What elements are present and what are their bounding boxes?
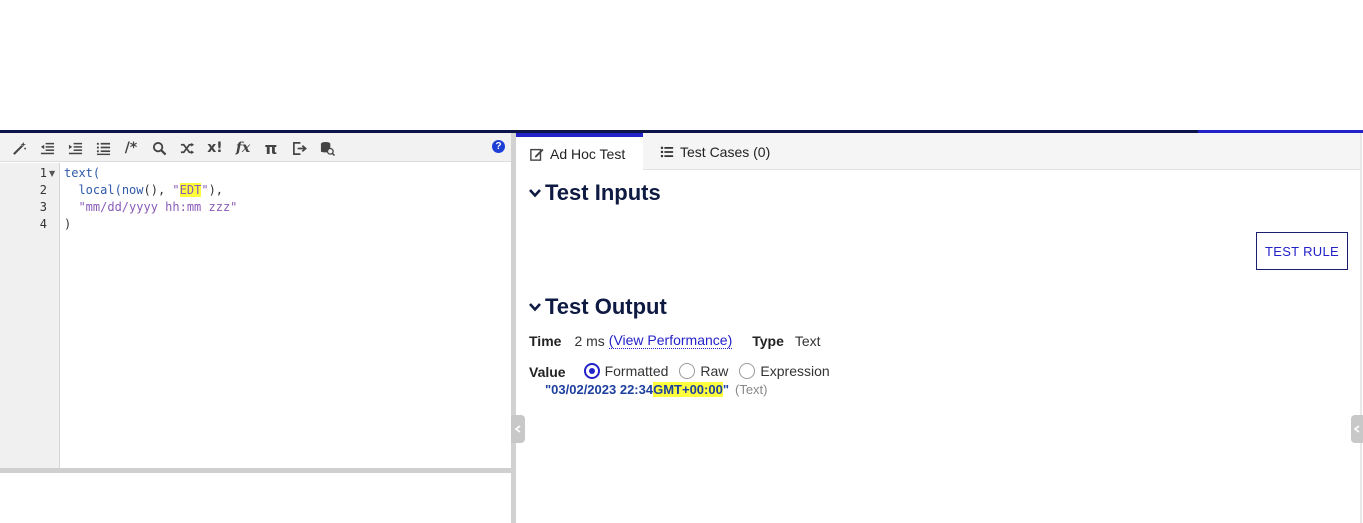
code-editor[interactable]: text( local(now(), "EDT"), "mm/dd/yyyy h… <box>64 163 509 468</box>
wand-icon[interactable] <box>8 137 30 159</box>
pi-glyph: π <box>264 138 278 158</box>
section-title: Test Output <box>545 294 667 319</box>
chevron-down-icon <box>529 189 541 198</box>
code-token: "mm/dd/yyyy hh:mm zzz" <box>78 200 238 214</box>
collapse-right-handle[interactable] <box>1351 415 1363 443</box>
type-value: Text <box>794 332 821 349</box>
database-search-icon[interactable] <box>316 137 338 159</box>
line-number: 1 <box>39 166 47 180</box>
editor-resize-border[interactable] <box>0 468 511 473</box>
type-label: Type <box>752 332 784 349</box>
test-tabs: Ad Hoc Test Test Cases (0) <box>516 133 1362 170</box>
export-icon[interactable] <box>288 137 310 159</box>
test-rule-button[interactable]: TEST RULE <box>1256 232 1348 270</box>
radio-label: Formatted <box>604 362 669 379</box>
output-value: "03/02/2023 22:34 GMT+00:00 " (Text) <box>545 382 768 397</box>
comment-icon[interactable]: /* <box>120 137 142 159</box>
pi-icon[interactable]: π <box>260 137 282 159</box>
time-label: Time <box>529 332 562 349</box>
output-meta-row: Time 2 ms (View Performance) Type Text <box>529 332 821 349</box>
tab-label: Ad Hoc Test <box>550 145 626 162</box>
test-inputs-header[interactable]: Test Inputs <box>528 180 661 206</box>
test-output-header[interactable]: Test Output <box>528 294 667 320</box>
view-performance-link[interactable]: (View Performance) <box>608 332 733 349</box>
tab-label: Test Cases (0) <box>680 143 771 160</box>
help-glyph: ? <box>495 141 502 152</box>
code-line: text( <box>64 166 100 180</box>
x-glyph: x! <box>207 140 223 156</box>
code-token: ), <box>208 183 224 197</box>
code-line: ) <box>64 217 71 231</box>
section-title: Test Inputs <box>545 180 661 205</box>
code-token: local( <box>78 183 122 197</box>
comment-glyph: /* <box>124 140 138 156</box>
value-text: "03/02/2023 22:34 <box>545 382 654 397</box>
line-gutter: 1 ▼ 2 3 4 <box>0 163 60 468</box>
indent-icon[interactable] <box>64 137 86 159</box>
arrow-left-icon <box>1353 425 1360 433</box>
radio-raw[interactable] <box>679 362 696 379</box>
code-line: local(now(), "EDT"), <box>64 183 223 197</box>
value-highlight: GMT+00:00 <box>653 382 723 397</box>
value-label: Value <box>529 364 566 380</box>
code-token: text( <box>64 166 101 180</box>
exclamation-icon[interactable]: x! <box>204 137 226 159</box>
help-icon[interactable]: ? <box>492 140 505 153</box>
line-number: 3 <box>39 200 47 214</box>
value-text: " <box>722 382 729 397</box>
radio-expression[interactable] <box>739 362 756 379</box>
line-number: 4 <box>39 217 47 231</box>
time-value: 2 ms <box>574 332 605 349</box>
code-highlight: EDT <box>179 183 202 197</box>
panel-border <box>1360 133 1362 523</box>
function-icon[interactable]: fx <box>232 137 254 159</box>
radio-formatted[interactable] <box>583 362 600 379</box>
line-number: 2 <box>39 183 47 197</box>
test-panel: Ad Hoc Test Test Cases (0) Test Inputs T… <box>516 133 1363 523</box>
search-icon[interactable] <box>148 137 170 159</box>
value-type: (Text) <box>735 382 768 397</box>
code-token: " <box>172 183 180 197</box>
fold-arrow-icon[interactable]: ▼ <box>49 169 55 178</box>
list-icon[interactable] <box>92 137 114 159</box>
tab-ad-hoc-test[interactable]: Ad Hoc Test <box>516 133 643 170</box>
shuffle-icon[interactable] <box>176 137 198 159</box>
code-token: " <box>201 183 209 197</box>
edit-icon <box>530 148 544 161</box>
fx-glyph: fx <box>235 140 251 156</box>
code-token: ) <box>64 217 72 231</box>
chevron-down-icon <box>529 303 541 312</box>
list-icon <box>660 146 674 157</box>
radio-label: Expression <box>760 362 830 379</box>
code-token: now <box>121 183 144 197</box>
radio-label: Raw <box>700 362 729 379</box>
tab-test-cases[interactable]: Test Cases (0) <box>646 133 786 170</box>
code-line: "mm/dd/yyyy hh:mm zzz" <box>64 200 237 214</box>
code-token: (), <box>143 183 173 197</box>
value-row: Value Formatted Raw Expression <box>529 361 830 380</box>
editor-toolbar: /* x! fx π ? <box>0 133 511 162</box>
outdent-icon[interactable] <box>36 137 58 159</box>
expression-editor: /* x! fx π ? 1 ▼ 2 3 4 text(local(now()… <box>0 133 511 523</box>
